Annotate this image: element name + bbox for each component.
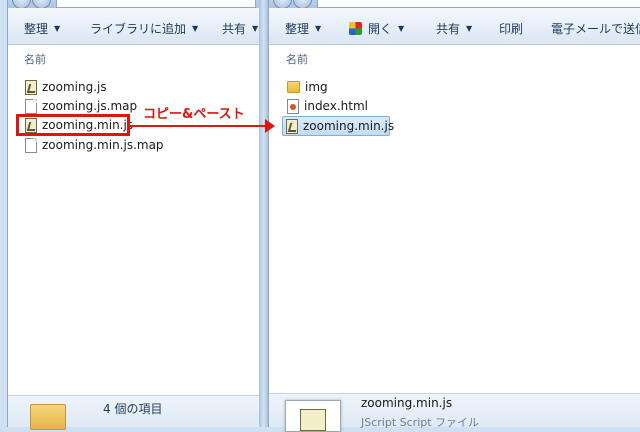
chevron-down-icon: ▼ — [466, 24, 473, 33]
file-item[interactable]: zooming.min.js.map — [25, 136, 164, 154]
add-to-library-label: ライブラリに追加 — [90, 22, 187, 36]
right-toolbar: 整理 ▼ 開く ▼ 共有 ▼ 印刷 電子メールで送信 — [269, 8, 640, 45]
email-button[interactable]: 電子メールで送信 — [551, 20, 640, 37]
chevron-down-icon: ▼ — [398, 24, 405, 33]
open-button[interactable]: 開く ▼ — [349, 20, 404, 37]
organize-button[interactable]: 整理 ▼ — [285, 20, 321, 37]
organize-label: 整理 — [285, 22, 310, 36]
file-name: zooming.js — [42, 80, 107, 94]
right-title-bar — [269, 0, 640, 9]
chevron-down-icon: ▼ — [252, 24, 259, 33]
file-item[interactable]: zooming.min.js — [286, 117, 394, 135]
share-label: 共有 — [222, 22, 247, 36]
folder-item[interactable]: img — [287, 78, 328, 96]
document-icon — [25, 137, 37, 153]
open-label: 開く — [368, 22, 393, 36]
js-script-icon — [285, 400, 341, 432]
left-toolbar: 整理 ▼ ライブラリに追加 ▼ 共有 ▼ — [8, 8, 260, 45]
organize-button[interactable]: 整理 ▼ — [24, 20, 60, 37]
item-count: 4 個の項目 — [103, 402, 163, 416]
file-name: zooming.min.js — [303, 119, 395, 133]
copy-paste-label: コピー&ペースト — [143, 107, 245, 122]
print-button[interactable]: 印刷 — [499, 20, 523, 37]
file-item[interactable]: zooming.js.map — [25, 97, 137, 115]
address-bar[interactable] — [56, 0, 256, 8]
right-explorer-window: 整理 ▼ 開く ▼ 共有 ▼ 印刷 電子メールで送信 名前 img index.… — [268, 0, 640, 432]
highlight-box — [16, 114, 130, 136]
file-name: img — [305, 80, 328, 94]
html-file-icon — [287, 98, 299, 114]
file-item[interactable]: zooming.js — [25, 78, 107, 96]
chevron-down-icon: ▼ — [54, 24, 61, 33]
document-icon — [25, 98, 37, 114]
chevron-down-icon: ▼ — [315, 24, 322, 33]
share-button[interactable]: 共有 ▼ — [436, 20, 472, 37]
print-label: 印刷 — [499, 22, 524, 36]
selected-file-type: JScript Script ファイル — [361, 416, 480, 429]
share-label: 共有 — [436, 22, 461, 36]
window-divider — [259, 0, 268, 427]
add-to-library-button[interactable]: ライブラリに追加 ▼ — [90, 20, 198, 37]
folder-icon — [30, 404, 66, 430]
name-column-header[interactable]: 名前 — [24, 51, 46, 67]
email-label: 電子メールで送信 — [551, 22, 640, 36]
name-column-header[interactable]: 名前 — [286, 51, 308, 67]
file-name: index.html — [304, 99, 368, 113]
share-button[interactable]: 共有 ▼ — [222, 20, 258, 37]
arrow-line — [130, 125, 266, 127]
file-name: zooming.min.js.map — [42, 138, 164, 152]
left-details-pane: 4 個の項目 — [8, 395, 260, 430]
organize-label: 整理 — [24, 22, 49, 36]
left-title-bar — [8, 0, 260, 9]
js-script-icon — [25, 79, 37, 95]
chevron-down-icon: ▼ — [192, 24, 199, 33]
arrow-right-icon — [265, 119, 275, 133]
file-name: zooming.js.map — [42, 99, 138, 113]
file-item[interactable]: index.html — [287, 97, 368, 115]
selected-file-name: zooming.min.js — [361, 396, 453, 410]
right-details-pane: zooming.min.js JScript Script ファイル — [269, 393, 640, 432]
address-bar[interactable] — [317, 0, 640, 8]
left-explorer-window: 整理 ▼ ライブラリに追加 ▼ 共有 ▼ 名前 zooming.js zoomi… — [7, 0, 261, 430]
open-with-app-icon — [349, 22, 362, 35]
folder-icon — [287, 81, 300, 93]
js-script-icon — [286, 118, 298, 134]
